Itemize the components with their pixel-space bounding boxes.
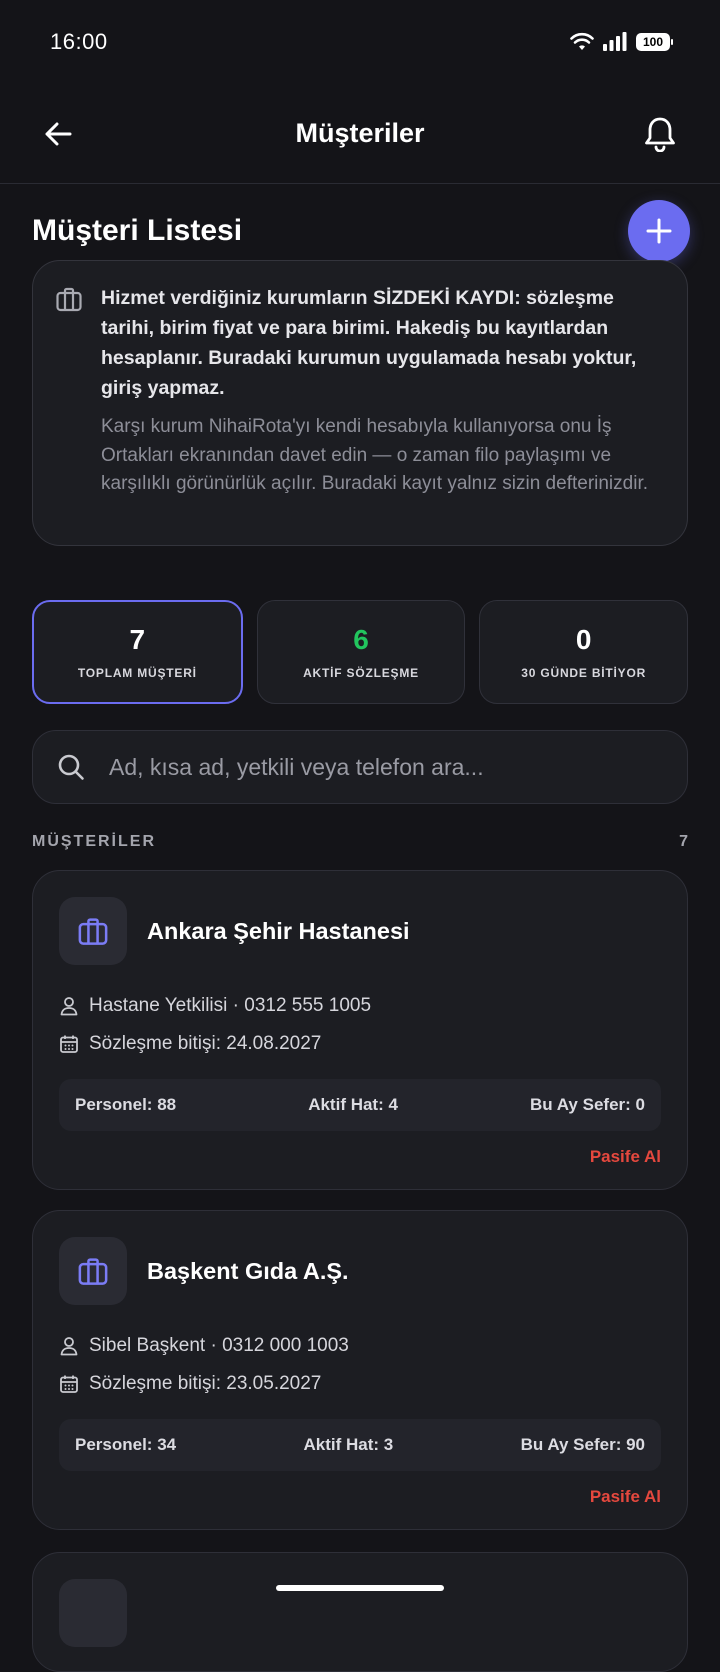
- customer-card-header: Başkent Gıda A.Ş.: [59, 1237, 661, 1305]
- stat-total-customers[interactable]: 7 TOPLAM MÜŞTERİ: [32, 600, 243, 704]
- customer-logo: [59, 897, 127, 965]
- status-time: 16:00: [50, 29, 108, 54]
- calendar-icon: [60, 1375, 78, 1393]
- search-input[interactable]: [109, 753, 663, 781]
- stat-expiring-30-days[interactable]: 0 30 GÜNDE BİTİYOR: [479, 600, 689, 704]
- user-icon: [60, 997, 78, 1016]
- briefcase-icon: [78, 918, 108, 945]
- status-icons: 100: [570, 32, 673, 52]
- metric-personnel: Personel: 88: [75, 1095, 177, 1114]
- search-bar: [32, 730, 688, 804]
- stat-active-contracts[interactable]: 6 AKTİF SÖZLEŞME: [256, 600, 466, 704]
- section-title: Müşteri Listesi: [32, 214, 243, 247]
- section-header: Müşteri Listesi: [32, 196, 690, 266]
- customer-contract: Sözleşme bitişi: 23.05.2027: [59, 1365, 661, 1403]
- info-text: Hizmet verdiğiniz kurumların SİZDEKİ KAY…: [101, 283, 667, 525]
- customer-contact: Sibel Başkent · 0312 000 1003: [59, 1327, 661, 1365]
- customer-name: Başkent Gıda A.Ş.: [147, 1257, 349, 1284]
- customer-metrics: Personel: 88 Aktif Hat: 4 Bu Ay Sefer: 0: [59, 1079, 661, 1131]
- notifications-button[interactable]: [640, 114, 680, 154]
- home-indicator[interactable]: [276, 1585, 444, 1591]
- customer-card[interactable]: [32, 1552, 688, 1672]
- stats-row: 7 TOPLAM MÜŞTERİ 6 AKTİF SÖZLEŞME 0 30 G…: [32, 600, 689, 704]
- customer-contact-text: Hastane Yetkilisi · 0312 555 1005: [89, 995, 372, 1016]
- stat-value: 6: [353, 624, 369, 655]
- user-icon: [60, 1337, 78, 1356]
- battery-icon: 100: [636, 33, 673, 51]
- briefcase-icon: [56, 287, 82, 312]
- back-button[interactable]: [40, 116, 76, 152]
- customer-metrics: Personel: 34 Aktif Hat: 3 Bu Ay Sefer: 9…: [59, 1419, 661, 1471]
- customer-card[interactable]: Ankara Şehir Hastanesi Hastane Yetkilisi…: [32, 870, 688, 1190]
- metric-active-lines: Aktif Hat: 4: [308, 1095, 398, 1114]
- signal-icon: [603, 32, 627, 51]
- metric-personnel: Personel: 34: [75, 1435, 177, 1454]
- list-header-label: MÜŞTERİLER: [32, 833, 156, 850]
- page-title: Müşteriler: [295, 118, 425, 148]
- stat-label: 30 GÜNDE BİTİYOR: [521, 666, 647, 680]
- plus-icon: [646, 218, 672, 244]
- customer-name: Ankara Şehir Hastanesi: [147, 917, 410, 944]
- metric-monthly-trips: Bu Ay Sefer: 0: [530, 1095, 645, 1114]
- battery-level: 100: [642, 35, 664, 49]
- customer-logo: [59, 1237, 127, 1305]
- customers-list-header: MÜŞTERİLER 7: [32, 830, 688, 854]
- customer-contract: Sözleşme bitişi: 24.08.2027: [59, 1025, 661, 1063]
- metric-active-lines: Aktif Hat: 3: [303, 1435, 394, 1454]
- customer-card-header: Ankara Şehir Hastanesi: [59, 897, 661, 965]
- info-card: Hizmet verdiğiniz kurumların SİZDEKİ KAY…: [32, 260, 688, 546]
- search-icon: [58, 754, 84, 780]
- stat-label: AKTİF SÖZLEŞME: [303, 666, 419, 680]
- status-bar: 16:00 100: [0, 0, 720, 84]
- customer-contract-text: Sözleşme bitişi: 23.05.2027: [89, 1373, 322, 1394]
- app-bar: Müşteriler: [0, 84, 720, 184]
- customer-contact-text: Sibel Başkent · 0312 000 1003: [89, 1335, 349, 1356]
- customer-card[interactable]: Başkent Gıda A.Ş. Sibel Başkent · 0312 0…: [32, 1210, 688, 1530]
- arrow-left-icon: [45, 122, 72, 146]
- customer-contact: Hastane Yetkilisi · 0312 555 1005: [59, 987, 661, 1025]
- stat-label: TOPLAM MÜŞTERİ: [77, 666, 197, 680]
- customer-contract-text: Sözleşme bitişi: 24.08.2027: [89, 1033, 322, 1054]
- metric-monthly-trips: Bu Ay Sefer: 90: [520, 1435, 645, 1454]
- info-sub-text: Karşı kurum NihaiRota'yı kendi hesabıyla…: [101, 416, 649, 494]
- briefcase-icon: [78, 1258, 108, 1285]
- calendar-icon: [60, 1035, 78, 1053]
- list-count: 7: [679, 833, 688, 850]
- stat-value: 7: [129, 624, 146, 655]
- deactivate-button[interactable]: Pasife Al: [59, 1487, 661, 1507]
- info-main-text: Hizmet verdiğiniz kurumların SİZDEKİ KAY…: [101, 287, 637, 399]
- stat-value: 0: [575, 624, 592, 655]
- add-customer-button[interactable]: [628, 200, 690, 262]
- wifi-icon: [570, 32, 594, 50]
- bell-icon: [645, 117, 675, 152]
- deactivate-button[interactable]: Pasife Al: [59, 1147, 661, 1167]
- customer-logo: [59, 1579, 127, 1647]
